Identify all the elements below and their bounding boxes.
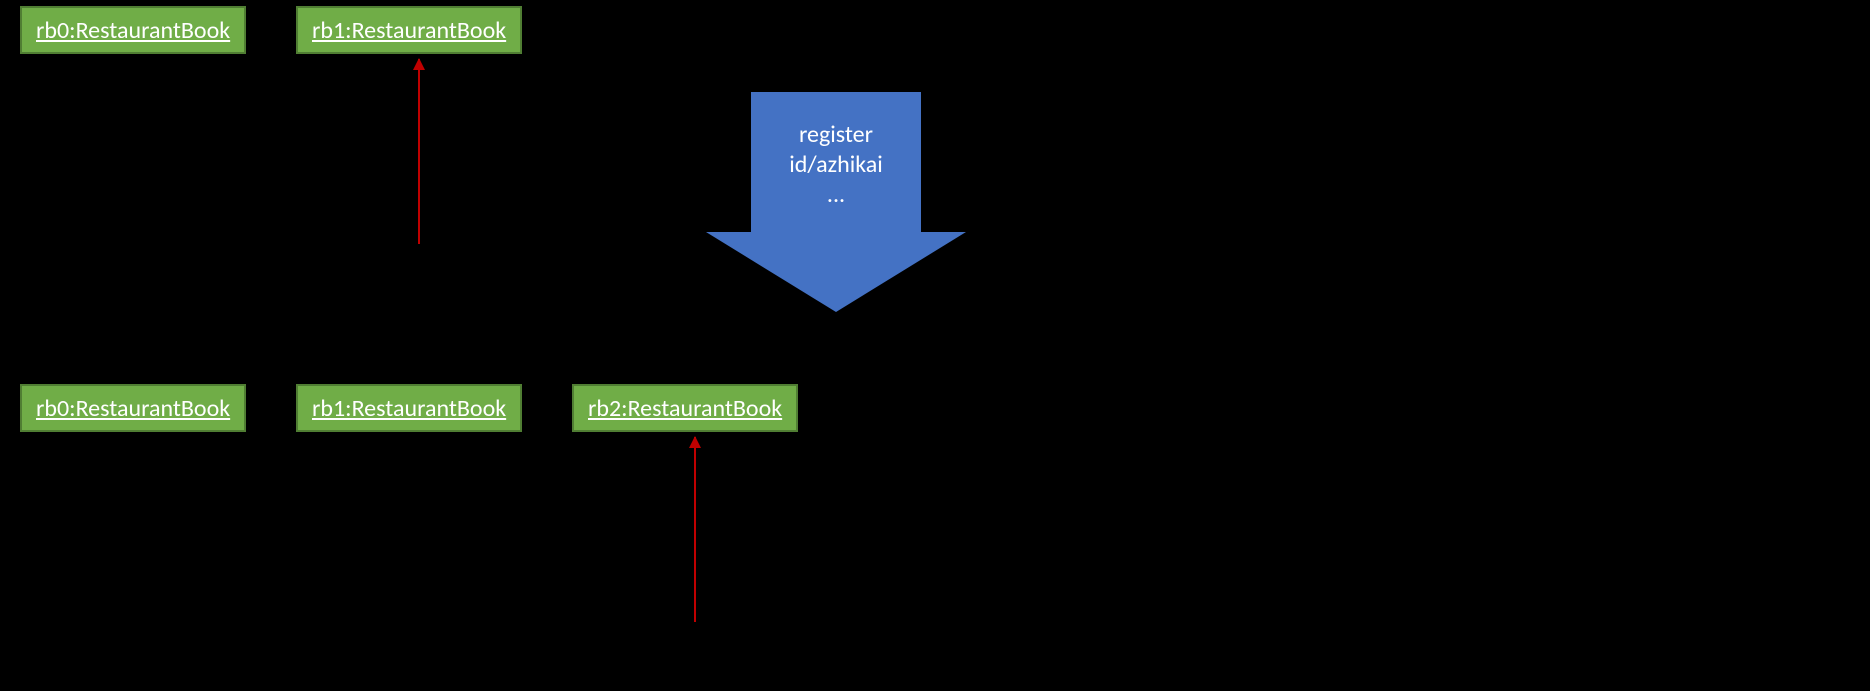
object-label: rb1:RestaurantBook xyxy=(312,16,506,45)
object-box-rb0-top: rb0:RestaurantBook xyxy=(20,6,246,54)
action-arrow-line2: id/azhikai xyxy=(789,150,883,180)
object-label: rb0:RestaurantBook xyxy=(36,16,230,45)
action-arrow-line3: ... xyxy=(827,180,845,210)
object-label: rb0:RestaurantBook xyxy=(36,394,230,423)
action-arrow-line1: register xyxy=(799,120,873,150)
current-pointer-arrow-top xyxy=(418,59,420,244)
object-box-rb1-bottom: rb1:RestaurantBook xyxy=(296,384,522,432)
object-box-rb1-top: rb1:RestaurantBook xyxy=(296,6,522,54)
current-pointer-arrow-bottom xyxy=(694,437,696,622)
action-arrow-body: register id/azhikai ... xyxy=(751,92,921,232)
action-arrow: register id/azhikai ... xyxy=(706,92,966,312)
object-box-rb0-bottom: rb0:RestaurantBook xyxy=(20,384,246,432)
action-arrow-head xyxy=(706,232,966,312)
object-label: rb2:RestaurantBook xyxy=(588,394,782,423)
object-box-rb2-bottom: rb2:RestaurantBook xyxy=(572,384,798,432)
object-label: rb1:RestaurantBook xyxy=(312,394,506,423)
